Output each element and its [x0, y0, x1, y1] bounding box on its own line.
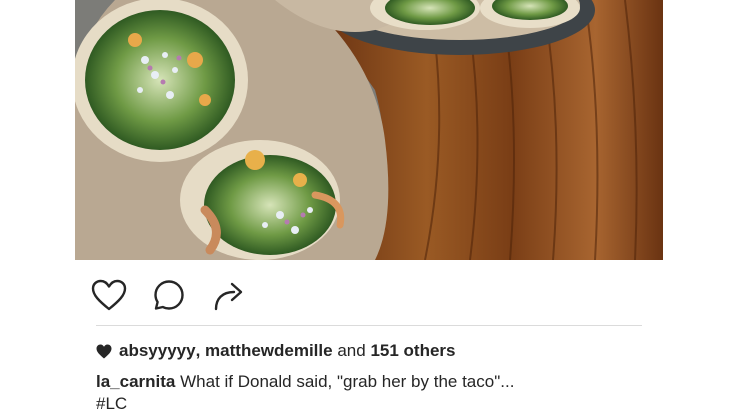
heart-outline-icon — [91, 279, 127, 311]
likes-and-text: and — [337, 341, 366, 360]
post-actions — [90, 276, 290, 314]
section-divider — [96, 325, 642, 326]
likes-separator: , — [195, 341, 201, 360]
caption-username[interactable]: la_carnita — [96, 372, 175, 391]
comment-button[interactable] — [150, 276, 188, 314]
liker-username-2[interactable]: matthewdemille — [205, 341, 333, 361]
likes-line: absyyyyy, matthewdemille and 151 others — [96, 341, 455, 361]
liker-username-1[interactable]: absyyyyy — [119, 341, 196, 361]
post-caption: la_carnita What if Donald said, "grab he… — [96, 372, 514, 392]
caption-hashtags[interactable]: #LC — [96, 394, 127, 414]
post-photo[interactable] — [75, 0, 663, 260]
heart-filled-icon — [96, 344, 112, 358]
share-arrow-icon — [214, 282, 243, 311]
comment-bubble-icon — [154, 280, 184, 310]
like-button[interactable] — [90, 276, 128, 314]
caption-text: What if Donald said, "grab her by the ta… — [180, 372, 515, 391]
likes-others-link[interactable]: 151 others — [370, 341, 455, 361]
share-button[interactable] — [210, 276, 248, 314]
